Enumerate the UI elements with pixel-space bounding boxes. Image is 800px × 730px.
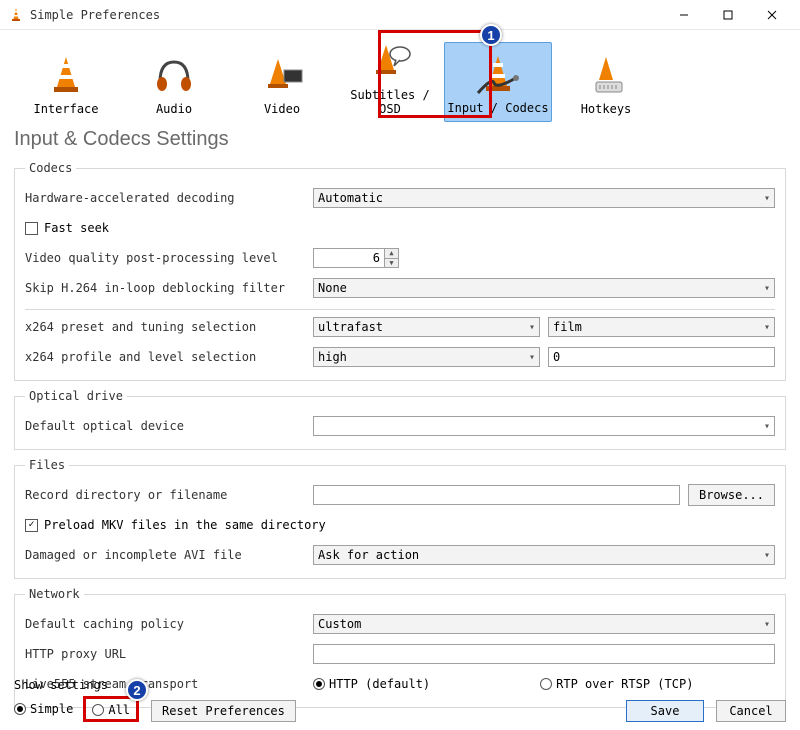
vq-spinner[interactable]: 6 ▲▼ [313, 248, 399, 268]
input-value: 0 [553, 350, 560, 364]
footer: Show settings Simple All 2 Reset Prefere… [0, 678, 800, 722]
x264-tuning-select[interactable]: film [548, 317, 775, 337]
checkbox-box [25, 519, 38, 532]
tab-label: Subtitles / OSD [336, 88, 444, 116]
group-legend: Network [25, 587, 84, 601]
browse-button[interactable]: Browse... [688, 484, 775, 506]
group-codecs: Codecs Hardware-accelerated decoding Aut… [14, 161, 786, 381]
annotation-badge-1: 1 [480, 24, 502, 46]
tab-label: Interface [33, 102, 98, 116]
radio-label: Simple [30, 702, 73, 716]
checkbox-label: Fast seek [44, 221, 109, 235]
tab-label: Hotkeys [581, 102, 632, 116]
minimize-button[interactable] [662, 1, 706, 29]
tab-label: Audio [156, 102, 192, 116]
checkbox-label: Preload MKV files in the same directory [44, 518, 326, 532]
tab-hotkeys[interactable]: Hotkeys [552, 42, 660, 122]
window-title: Simple Preferences [30, 8, 160, 22]
x264-profile-label: x264 profile and level selection [25, 350, 305, 364]
vlc-icon [8, 7, 24, 23]
tab-label: Input / Codecs [447, 101, 548, 115]
record-dir-input[interactable] [313, 485, 680, 505]
select-value: None [318, 281, 347, 295]
select-value: Custom [318, 617, 361, 631]
radio-label: All [108, 703, 130, 717]
radio-dot [14, 703, 26, 715]
hw-decoding-select[interactable]: Automatic [313, 188, 775, 208]
close-button[interactable] [750, 1, 794, 29]
group-files: Files Record directory or filename Brows… [14, 458, 786, 579]
select-value: ultrafast [318, 320, 383, 334]
preload-mkv-checkbox[interactable]: Preload MKV files in the same directory [25, 518, 326, 532]
http-proxy-label: HTTP proxy URL [25, 647, 305, 661]
damaged-avi-select[interactable]: Ask for action [313, 545, 775, 565]
caching-label: Default caching policy [25, 617, 305, 631]
http-proxy-input[interactable] [313, 644, 775, 664]
skip-h264-select[interactable]: None [313, 278, 775, 298]
tab-audio[interactable]: Audio [120, 42, 228, 122]
annotation-highlight-all: All 2 [83, 696, 139, 722]
caching-select[interactable]: Custom [313, 614, 775, 634]
cone-speech-icon [366, 40, 414, 84]
maximize-button[interactable] [706, 1, 750, 29]
show-settings-simple-radio[interactable]: Simple [14, 702, 73, 716]
skip-h264-label: Skip H.264 in-loop deblocking filter [25, 281, 305, 295]
separator [25, 309, 775, 310]
cone-film-icon [258, 54, 306, 98]
optical-device-label: Default optical device [25, 419, 305, 433]
record-dir-label: Record directory or filename [25, 488, 305, 502]
x264-preset-select[interactable]: ultrafast [313, 317, 540, 337]
select-value: Ask for action [318, 548, 419, 562]
optical-device-select[interactable] [313, 416, 775, 436]
cone-cable-icon [474, 53, 522, 97]
group-legend: Codecs [25, 161, 76, 175]
group-legend: Optical drive [25, 389, 127, 403]
spinner-up[interactable]: ▲ [385, 249, 398, 259]
show-settings: Show settings Simple All 2 [14, 678, 139, 722]
x264-level-input[interactable]: 0 [548, 347, 775, 367]
page-title: Input & Codecs Settings [0, 122, 800, 161]
x264-preset-label: x264 preset and tuning selection [25, 320, 305, 334]
show-settings-all-radio[interactable]: All [92, 703, 130, 717]
spinner-down[interactable]: ▼ [385, 259, 398, 268]
select-value: high [318, 350, 347, 364]
damaged-avi-label: Damaged or incomplete AVI file [25, 548, 305, 562]
radio-dot [92, 704, 104, 716]
cone-keyboard-icon [582, 54, 630, 98]
tab-label: Video [264, 102, 300, 116]
hw-decoding-label: Hardware-accelerated decoding [25, 191, 305, 205]
fast-seek-checkbox[interactable]: Fast seek [25, 221, 109, 235]
cone-icon [42, 54, 90, 98]
tab-input-codecs[interactable]: Input / Codecs [444, 42, 552, 122]
vq-label: Video quality post-processing level [25, 251, 305, 265]
spinner-value: 6 [314, 251, 384, 265]
select-value: film [553, 320, 582, 334]
tabbar: Interface Audio Video Subtitles / OSD In… [0, 30, 800, 122]
headphones-icon [150, 54, 198, 98]
group-optical: Optical drive Default optical device [14, 389, 786, 450]
tab-interface[interactable]: Interface [12, 42, 120, 122]
select-value: Automatic [318, 191, 383, 205]
show-settings-label: Show settings [14, 678, 139, 692]
save-button[interactable]: Save [626, 700, 704, 722]
tab-video[interactable]: Video [228, 42, 336, 122]
reset-preferences-button[interactable]: Reset Preferences [151, 700, 296, 722]
group-legend: Files [25, 458, 69, 472]
x264-profile-select[interactable]: high [313, 347, 540, 367]
annotation-badge-2: 2 [126, 679, 148, 701]
cancel-button[interactable]: Cancel [716, 700, 786, 722]
checkbox-box [25, 222, 38, 235]
titlebar: Simple Preferences [0, 0, 800, 30]
tab-subtitles[interactable]: Subtitles / OSD [336, 42, 444, 122]
